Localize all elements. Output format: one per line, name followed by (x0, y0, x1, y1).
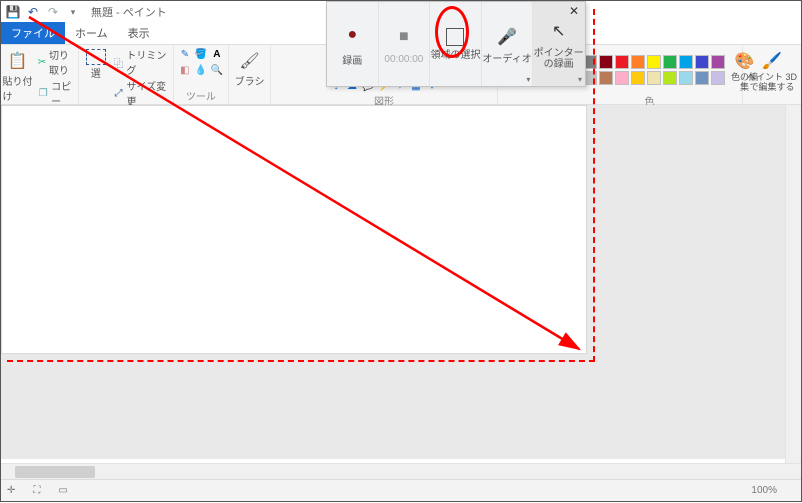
tab-home[interactable]: ホーム (65, 22, 118, 44)
selection-icon: ⛶ (33, 485, 40, 496)
quick-access-toolbar: 💾 ↶ ↷ ▾ (5, 4, 81, 20)
paint3d-label: ペイント 3D で編集する (747, 73, 797, 93)
resize-button[interactable]: ⤢サイズ変更 (113, 78, 169, 108)
fill-icon[interactable]: 🪣 (194, 47, 208, 61)
scrollbar-thumb[interactable] (15, 466, 95, 478)
qat-dropdown-icon[interactable]: ▾ (65, 4, 81, 20)
chevron-down-icon[interactable]: ▾ (526, 75, 530, 84)
color-swatch[interactable] (663, 55, 677, 69)
zoom-level: 100% (751, 485, 777, 496)
paint3d-button[interactable]: 🖌️ ペイント 3D で編集する (745, 47, 799, 93)
canvas[interactable] (1, 105, 587, 354)
record-label: 録画 (342, 52, 362, 67)
copy-label: コピー (51, 78, 76, 108)
cut-icon: ✂ (37, 55, 47, 69)
select-icon (86, 49, 106, 65)
undo-icon[interactable]: ↶ (25, 4, 41, 20)
select-button[interactable]: 選 (83, 47, 109, 80)
select-area-icon (446, 28, 464, 46)
horizontal-scrollbar[interactable] (1, 463, 801, 479)
paint3d-icon: 🖌️ (760, 49, 784, 73)
group-label-tools: ツール (186, 88, 216, 104)
save-icon[interactable]: 💾 (5, 4, 21, 20)
cursor-position: ✛ (7, 485, 15, 496)
paste-icon: 📋 (6, 49, 30, 73)
color-swatch[interactable] (647, 55, 661, 69)
group-tools: ✎ 🪣 A ◧ 💧 🔍 ツール (174, 45, 229, 104)
color-swatch[interactable] (647, 71, 661, 85)
group-paint3d: 🖌️ ペイント 3D で編集する (743, 45, 801, 104)
status-bar: ✛ ⛶ ▭ 100% (1, 479, 801, 501)
paste-button[interactable]: 📋 貼り付け (3, 47, 34, 103)
screen-recorder-panel: ● 録画 ■ 00:00:00 領域の選択 🎤 オーディオ ▾ ↖ ポインターの… (326, 1, 586, 87)
audio-toggle[interactable]: 🎤 オーディオ ▾ (482, 2, 534, 86)
cut-button[interactable]: ✂切り取り (37, 47, 76, 77)
close-button[interactable]: ✕ (567, 4, 581, 18)
eraser-icon[interactable]: ◧ (178, 63, 192, 77)
color-swatch[interactable] (615, 55, 629, 69)
crosshair-icon: ✛ (7, 485, 15, 496)
color-swatch[interactable] (711, 55, 725, 69)
color-swatch[interactable] (631, 71, 645, 85)
color-swatch[interactable] (599, 55, 613, 69)
crop-icon: ⿻ (113, 55, 125, 69)
picker-icon[interactable]: 💧 (194, 63, 208, 77)
color-swatch[interactable] (599, 71, 613, 85)
stop-button[interactable]: ■ 00:00:00 (379, 2, 431, 86)
pencil-icon[interactable]: ✎ (178, 47, 192, 61)
cut-label: 切り取り (49, 47, 77, 77)
canvas-area (1, 105, 801, 459)
crop-button[interactable]: ⿻トリミング (113, 47, 169, 77)
redo-icon[interactable]: ↷ (45, 4, 61, 20)
chevron-down-icon[interactable]: ▾ (578, 75, 582, 84)
canvas-size-icon: ▭ (58, 485, 67, 496)
zoom-icon[interactable]: 🔍 (210, 63, 224, 77)
timer-label: 00:00:00 (384, 54, 423, 65)
vertical-scrollbar[interactable] (785, 105, 801, 463)
microphone-icon: 🎤 (494, 24, 520, 50)
tab-file[interactable]: ファイル (1, 22, 65, 44)
text-icon[interactable]: A (210, 47, 224, 61)
color-swatch[interactable] (663, 71, 677, 85)
canvas-size: ▭ (58, 485, 70, 496)
brushes-label: ブラシ (235, 73, 265, 88)
paste-label: 貼り付け (3, 73, 34, 103)
cursor-icon: ↖ (546, 18, 572, 44)
pointer-label: ポインターの録画 (533, 48, 584, 70)
record-icon: ● (339, 22, 365, 48)
close-icon: ✕ (569, 4, 579, 18)
color-palette[interactable] (567, 55, 725, 85)
select-label: 選 (91, 65, 101, 80)
stop-icon: ■ (391, 24, 417, 50)
resize-icon: ⤢ (113, 86, 125, 100)
select-area-label: 領域の選択 (430, 50, 480, 61)
color-swatch[interactable] (679, 71, 693, 85)
selection-size: ⛶ (33, 485, 40, 496)
window-title: 無題 - ペイント (91, 4, 167, 20)
color-swatch[interactable] (679, 55, 693, 69)
group-clipboard: 📋 貼り付け ✂切り取り ❐コピー クリップボード (1, 45, 79, 104)
brush-icon: 🖌 (238, 49, 262, 73)
color-swatch[interactable] (631, 55, 645, 69)
resize-label: サイズ変更 (126, 78, 168, 108)
color-swatch[interactable] (711, 71, 725, 85)
color-swatch[interactable] (695, 71, 709, 85)
record-button[interactable]: ● 録画 (327, 2, 379, 86)
group-image: 選 ⿻トリミング ⤢サイズ変更 ⟳回転 イメージ (79, 45, 174, 104)
crop-label: トリミング (126, 47, 168, 77)
group-brushes: 🖌 ブラシ (229, 45, 271, 104)
tab-view[interactable]: 表示 (118, 22, 160, 44)
select-area-button[interactable]: 領域の選択 (430, 2, 482, 86)
brushes-button[interactable]: 🖌 ブラシ (228, 47, 272, 88)
copy-icon: ❐ (37, 86, 49, 100)
color-swatch[interactable] (695, 55, 709, 69)
copy-button[interactable]: ❐コピー (37, 78, 76, 108)
color-swatch[interactable] (615, 71, 629, 85)
audio-label: オーディオ (482, 54, 531, 65)
